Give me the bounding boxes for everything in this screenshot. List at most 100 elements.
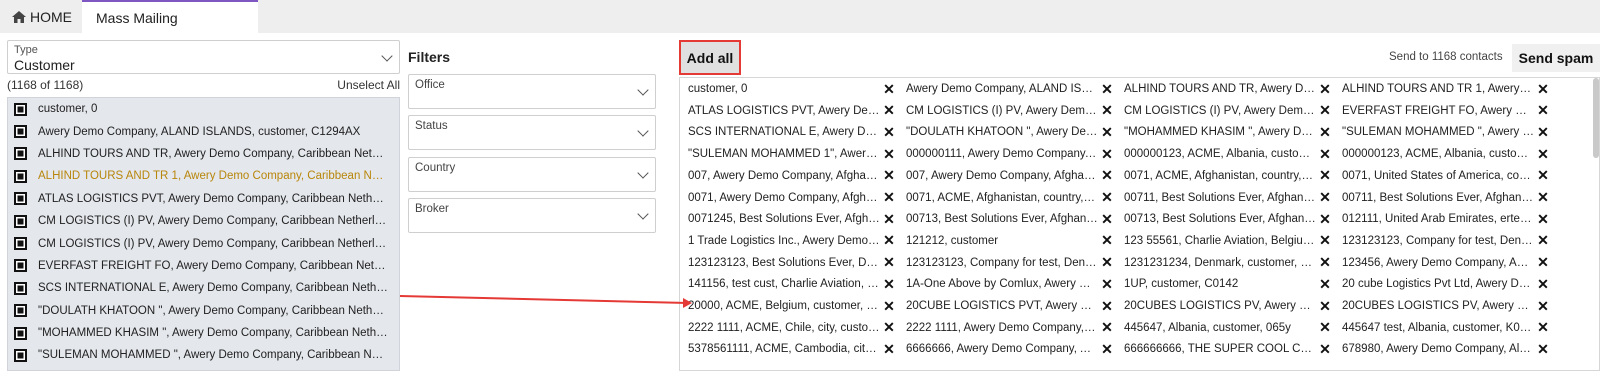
remove-icon[interactable]: ✕ <box>1098 341 1116 358</box>
remove-icon[interactable]: ✕ <box>1316 319 1334 336</box>
remove-icon[interactable]: ✕ <box>1534 146 1552 163</box>
office-filter[interactable]: Office <box>408 74 656 109</box>
remove-icon[interactable]: ✕ <box>1098 167 1116 184</box>
remove-icon[interactable]: ✕ <box>880 232 898 249</box>
recipient-cell: 123123123, Best Solutions Ever, Den... ✕ <box>680 252 898 274</box>
list-item[interactable]: "DOULATH KHATOON ", Awery Demo Company, … <box>8 300 399 322</box>
grid-scrollbar[interactable] <box>1593 78 1599 158</box>
add-all-button[interactable]: Add all <box>679 40 741 75</box>
checkbox[interactable] <box>14 214 27 228</box>
remove-icon[interactable]: ✕ <box>880 167 898 184</box>
recipient-label: "SULEMAN MOHAMMED 1", Awery De... <box>688 148 880 161</box>
checkbox[interactable] <box>14 304 27 318</box>
recipient-cell: 0071, ACME, Afghanistan, country, cu... ✕ <box>1116 165 1334 187</box>
remove-icon[interactable]: ✕ <box>880 189 898 206</box>
remove-icon[interactable]: ✕ <box>1534 189 1552 206</box>
remove-icon[interactable]: ✕ <box>1534 81 1552 98</box>
list-item[interactable]: CM LOGISTICS (I) PV, Awery Demo Company,… <box>8 210 399 232</box>
checkbox[interactable] <box>14 281 27 295</box>
remove-icon[interactable]: ✕ <box>1534 319 1552 336</box>
remove-icon[interactable]: ✕ <box>1534 341 1552 358</box>
remove-icon[interactable]: ✕ <box>1534 254 1552 271</box>
remove-icon[interactable]: ✕ <box>1316 254 1334 271</box>
remove-icon[interactable]: ✕ <box>1098 254 1116 271</box>
remove-icon[interactable]: ✕ <box>880 319 898 336</box>
list-item[interactable]: ATLAS LOGISTICS PVT, Awery Demo Company,… <box>8 188 399 210</box>
remove-icon[interactable]: ✕ <box>1098 276 1116 293</box>
recipient-label: 1A-One Above by Comlux, Awery Dem... <box>906 278 1098 291</box>
list-item[interactable]: CM LOGISTICS (I) PV, Awery Demo Company,… <box>8 232 399 254</box>
remove-icon[interactable]: ✕ <box>1316 298 1334 315</box>
remove-icon[interactable]: ✕ <box>1098 232 1116 249</box>
list-item[interactable]: customer, 0 <box>8 98 399 120</box>
list-item[interactable]: ALHIND TOURS AND TR 1, Awery Demo Compan… <box>8 165 399 187</box>
remove-icon[interactable]: ✕ <box>1098 189 1116 206</box>
checkbox[interactable] <box>14 326 27 340</box>
remove-icon[interactable]: ✕ <box>880 124 898 141</box>
checkbox[interactable] <box>14 192 27 206</box>
remove-icon[interactable]: ✕ <box>1534 232 1552 249</box>
country-filter[interactable]: Country <box>408 157 656 192</box>
remove-icon[interactable]: ✕ <box>880 254 898 271</box>
checkbox[interactable] <box>14 348 27 362</box>
remove-icon[interactable]: ✕ <box>1098 81 1116 98</box>
checkbox[interactable] <box>14 237 27 251</box>
remove-icon[interactable]: ✕ <box>880 81 898 98</box>
broker-filter[interactable]: Broker <box>408 198 656 233</box>
type-select[interactable]: Type Customer <box>7 40 400 74</box>
recipient-label: Awery Demo Company, ALAND ISLAN... <box>906 83 1098 95</box>
checkbox[interactable] <box>14 125 27 139</box>
list-item[interactable]: Awery Demo Company, ALAND ISLANDS, custo… <box>8 120 399 142</box>
remove-icon[interactable]: ✕ <box>1534 124 1552 141</box>
unselect-all-link[interactable]: Unselect All <box>337 78 400 92</box>
tab-home[interactable]: HOME <box>0 0 82 33</box>
recipient-row: 0071245, Best Solutions Ever, Afghani...… <box>680 208 1590 230</box>
remove-icon[interactable]: ✕ <box>1534 276 1552 293</box>
checkbox[interactable] <box>14 102 27 116</box>
list-item[interactable]: SCS INTERNATIONAL E, Awery Demo Company,… <box>8 277 399 299</box>
list-item[interactable]: ALHIND TOURS AND TR, Awery Demo Company,… <box>8 143 399 165</box>
remove-icon[interactable]: ✕ <box>1316 276 1334 293</box>
list-item[interactable]: "SULEMAN MOHAMMED ", Awery Demo Company,… <box>8 344 399 366</box>
remove-icon[interactable]: ✕ <box>1534 298 1552 315</box>
checkbox[interactable] <box>14 259 27 273</box>
remove-icon[interactable]: ✕ <box>1316 146 1334 163</box>
send-spam-button[interactable]: Send spam <box>1512 44 1600 72</box>
recipient-label: 5378561111, ACME, Cambodia, city t... <box>688 343 880 356</box>
remove-icon[interactable]: ✕ <box>1316 232 1334 249</box>
remove-icon[interactable]: ✕ <box>880 341 898 358</box>
remove-icon[interactable]: ✕ <box>880 102 898 119</box>
remove-icon[interactable]: ✕ <box>1098 102 1116 119</box>
recipient-label: "MOHAMMED KHASIM ", Awery Demo ... <box>1124 126 1316 139</box>
remove-icon[interactable]: ✕ <box>1316 124 1334 141</box>
recipient-label: EVERFAST FREIGHT FO, Awery Demo ... <box>1342 104 1534 117</box>
remove-icon[interactable]: ✕ <box>1098 146 1116 163</box>
remove-icon[interactable]: ✕ <box>1316 167 1334 184</box>
remove-icon[interactable]: ✕ <box>1534 102 1552 119</box>
remove-icon[interactable]: ✕ <box>1316 81 1334 98</box>
status-filter-label: Status <box>415 120 448 132</box>
tab-mass-mailing[interactable]: Mass Mailing <box>82 0 258 33</box>
remove-icon[interactable]: ✕ <box>1098 319 1116 336</box>
remove-icon[interactable]: ✕ <box>1534 211 1552 228</box>
remove-icon[interactable]: ✕ <box>1098 298 1116 315</box>
remove-icon[interactable]: ✕ <box>880 211 898 228</box>
remove-icon[interactable]: ✕ <box>1098 124 1116 141</box>
recipient-row: 2222 1111, ACME, Chile, city, custome...… <box>680 317 1590 339</box>
recipient-label: "SULEMAN MOHAMMED ", Awery De... <box>1342 126 1534 139</box>
recipient-cell: ATLAS LOGISTICS PVT, Awery Demo ... ✕ <box>680 100 898 122</box>
remove-icon[interactable]: ✕ <box>880 298 898 315</box>
checkbox[interactable] <box>14 147 27 161</box>
status-filter[interactable]: Status <box>408 115 656 150</box>
checkbox[interactable] <box>14 169 27 183</box>
list-item[interactable]: "MOHAMMED KHASIM ", Awery Demo Company, … <box>8 322 399 344</box>
remove-icon[interactable]: ✕ <box>1316 102 1334 119</box>
remove-icon[interactable]: ✕ <box>880 276 898 293</box>
remove-icon[interactable]: ✕ <box>1098 211 1116 228</box>
remove-icon[interactable]: ✕ <box>1316 211 1334 228</box>
remove-icon[interactable]: ✕ <box>1534 167 1552 184</box>
remove-icon[interactable]: ✕ <box>1316 341 1334 358</box>
remove-icon[interactable]: ✕ <box>880 146 898 163</box>
remove-icon[interactable]: ✕ <box>1316 189 1334 206</box>
list-item[interactable]: EVERFAST FREIGHT FO, Awery Demo Company,… <box>8 255 399 277</box>
